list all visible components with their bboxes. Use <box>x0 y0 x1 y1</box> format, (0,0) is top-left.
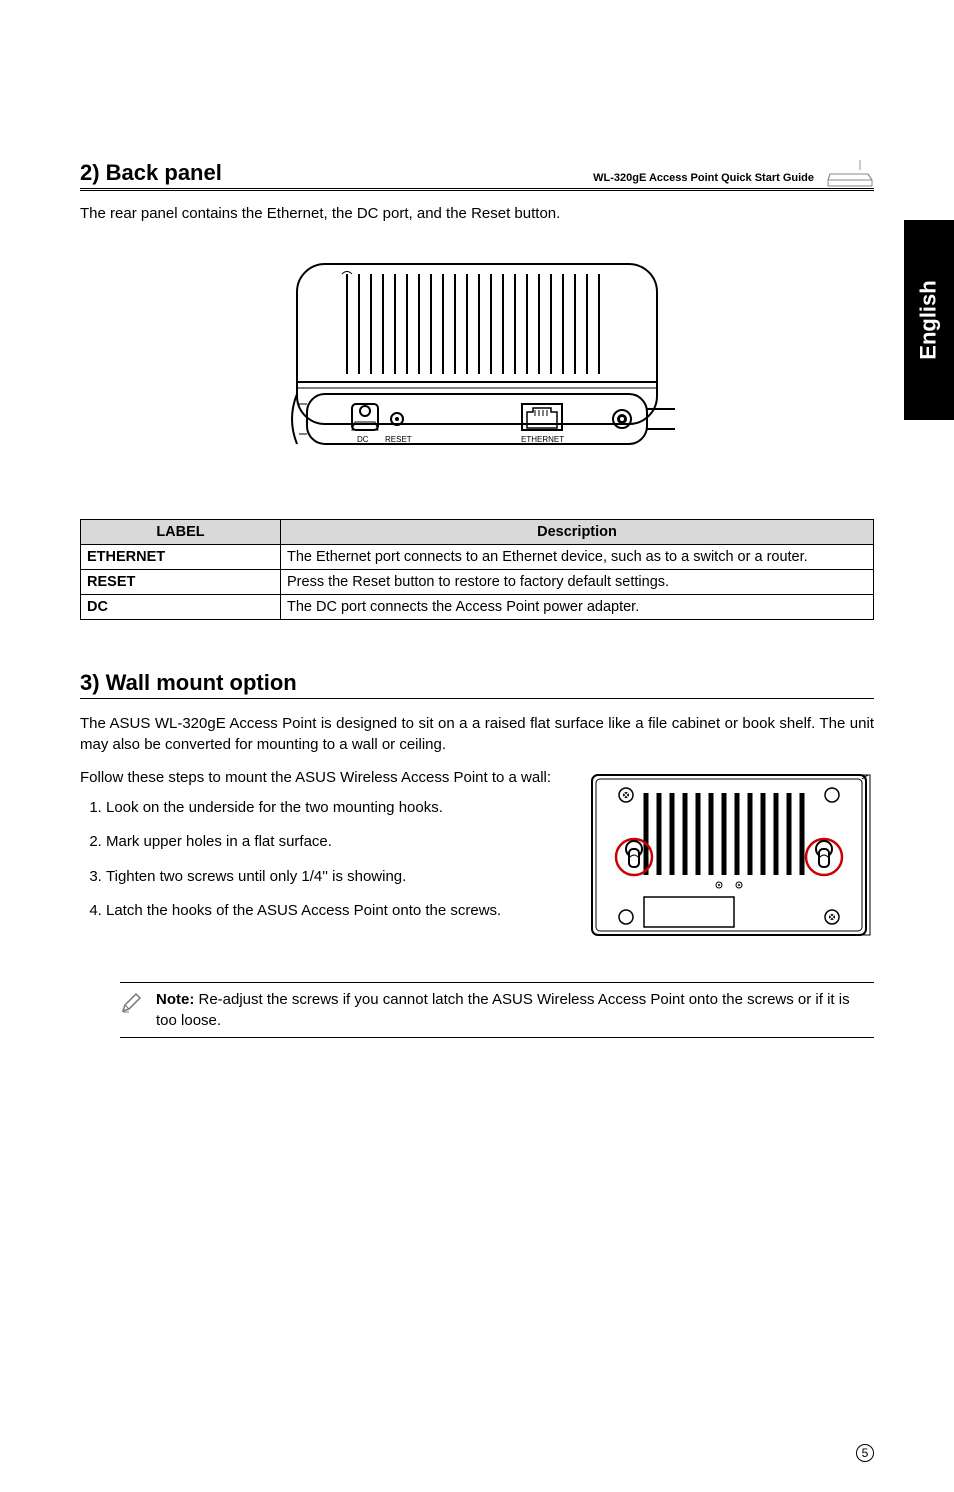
row-label: ETHERNET <box>81 545 281 570</box>
table-header-desc: Description <box>281 520 874 545</box>
table-header-label: LABEL <box>81 520 281 545</box>
row-desc: Press the Reset button to restore to fac… <box>281 570 874 595</box>
section-back-panel-intro: The rear panel contains the Ethernet, th… <box>80 203 874 224</box>
row-label: DC <box>81 595 281 620</box>
table-row: RESET Press the Reset button to restore … <box>81 570 874 595</box>
section-back-panel-title: 2) Back panel <box>80 160 874 189</box>
wall-mount-steps: Look on the underside for the two mounti… <box>80 798 564 921</box>
dc-port-label: DC <box>357 435 369 444</box>
reset-button-label: RESET <box>385 435 412 444</box>
section-wall-mount-title: 3) Wall mount option <box>80 670 874 699</box>
wall-mount-figure <box>584 767 874 952</box>
table-row: DC The DC port connects the Access Point… <box>81 595 874 620</box>
wall-follow-text: Follow these steps to mount the ASUS Wir… <box>80 767 564 788</box>
table-row: ETHERNET The Ethernet port connects to a… <box>81 545 874 570</box>
list-item: Look on the underside for the two mounti… <box>106 798 564 818</box>
section-wall-mount-intro: The ASUS WL-320gE Access Point is design… <box>80 713 874 755</box>
page-number: 5 <box>856 1444 874 1462</box>
port-description-table: LABEL Description ETHERNET The Ethernet … <box>80 519 874 620</box>
ethernet-port-label: ETHERNET <box>521 435 564 444</box>
pencil-icon <box>120 989 146 1031</box>
note-text: Note: Re-adjust the screws if you cannot… <box>156 989 874 1031</box>
note-body: Re-adjust the screws if you cannot latch… <box>156 991 850 1029</box>
note-box: Note: Re-adjust the screws if you cannot… <box>120 982 874 1038</box>
note-label: Note: <box>156 991 194 1008</box>
row-label: RESET <box>81 570 281 595</box>
row-desc: The Ethernet port connects to an Etherne… <box>281 545 874 570</box>
row-desc: The DC port connects the Access Point po… <box>281 595 874 620</box>
back-panel-figure: DC RESET ETHERNET <box>80 254 874 479</box>
list-item: Tighten two screws until only 1/4'' is s… <box>106 867 564 887</box>
list-item: Mark upper holes in a flat surface. <box>106 832 564 852</box>
list-item: Latch the hooks of the ASUS Access Point… <box>106 901 564 921</box>
